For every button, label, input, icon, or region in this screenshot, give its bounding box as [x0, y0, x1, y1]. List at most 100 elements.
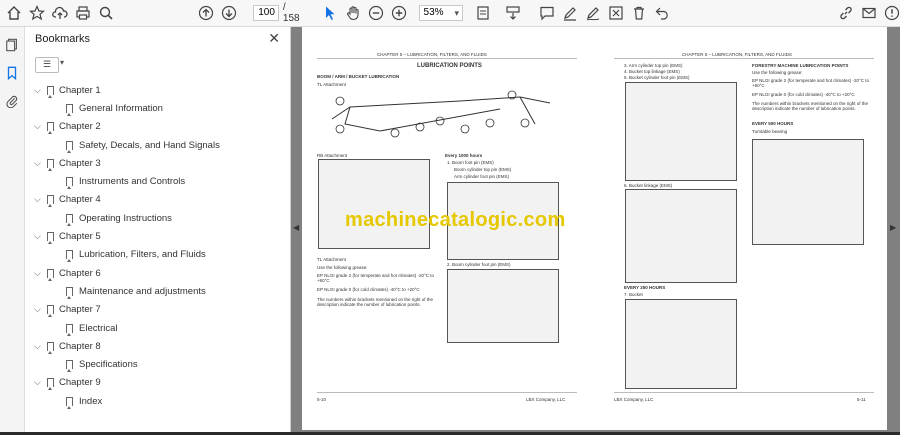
- help-icon[interactable]: [884, 4, 900, 22]
- bookmark-maintenance[interactable]: Maintenance and adjustments: [25, 282, 290, 300]
- bucket-figure: [625, 299, 737, 389]
- chevron-down-icon[interactable]: ⌵: [34, 268, 41, 279]
- bookmark-safety[interactable]: Safety, Decals, and Hand Signals: [25, 136, 290, 154]
- bookmark-chapter-8[interactable]: ⌵ Chapter 8: [25, 337, 290, 355]
- bookmark-icon: [66, 213, 73, 226]
- bookmark-icon: [47, 158, 54, 171]
- header-rule-left: [317, 58, 577, 59]
- bookmark-operating[interactable]: Operating Instructions: [25, 209, 290, 227]
- zoom-in-icon[interactable]: [391, 4, 407, 22]
- close-icon[interactable]: ✕: [268, 30, 280, 47]
- bookmark-chapter-2[interactable]: ⌵ Chapter 2: [25, 118, 290, 136]
- tl-attachment-label: TL Attachment: [317, 82, 346, 87]
- bookmark-chapter-7[interactable]: ⌵ Chapter 7: [25, 301, 290, 319]
- forestry-title: FORESTRY MACHINE LUBRICATION POINTS: [752, 63, 849, 68]
- bookmarks-panel-icon[interactable]: [0, 61, 24, 85]
- page-fit-icon[interactable]: [475, 4, 491, 22]
- undo-icon[interactable]: [654, 4, 670, 22]
- bookmark-lubrication[interactable]: Lubrication, Filters, and Fluids: [25, 246, 290, 264]
- chevron-down-icon[interactable]: ⌵: [34, 85, 41, 96]
- bookmark-icon: [47, 305, 54, 318]
- bookmark-icon: [66, 396, 73, 409]
- select-cursor-icon[interactable]: [322, 4, 338, 22]
- rb-attachment-figure: [318, 159, 430, 249]
- bookmark-icon: [47, 122, 54, 135]
- previous-page-icon[interactable]: [198, 4, 214, 22]
- bookmark-options-icon[interactable]: ☰: [35, 57, 59, 73]
- rb-attachment-label: RB Attachment: [317, 153, 348, 158]
- grease-intro-right: Use the following grease:: [752, 70, 803, 75]
- zoom-out-icon[interactable]: [368, 4, 384, 22]
- watermark-text: machinecatalogic.com: [345, 209, 566, 231]
- bookmark-chapter-3[interactable]: ⌵ Chapter 3: [25, 154, 290, 172]
- chevron-down-icon[interactable]: ⌵: [34, 158, 41, 169]
- chevron-down-icon[interactable]: ⌵: [34, 194, 41, 205]
- chevron-down-icon[interactable]: ▾: [60, 58, 64, 67]
- chevron-down-icon[interactable]: ⌵: [34, 231, 41, 242]
- attachments-icon[interactable]: [0, 89, 24, 113]
- bookmark-icon: [66, 103, 73, 116]
- brackets-note: The numbers within brackets mentioned on…: [317, 297, 434, 307]
- bookmark-chapter-1[interactable]: ⌵ Chapter 1: [25, 81, 290, 99]
- bookmark-icon: [66, 140, 73, 153]
- bucket-linkage-figure: [625, 189, 737, 283]
- share-link-icon[interactable]: [838, 4, 854, 22]
- search-icon[interactable]: [98, 4, 114, 22]
- chevron-down-icon[interactable]: ⌵: [34, 341, 41, 352]
- boom-cylinder-foot-pin: 2. Boom cylinder foot pin (EMS): [447, 262, 511, 267]
- bookmark-chapter-4[interactable]: ⌵ Chapter 4: [25, 191, 290, 209]
- page-header-left: CHAPTER 5 – LUBRICATION, FILTERS, AND FL…: [377, 52, 487, 57]
- arm-cylinder-figure: [625, 82, 737, 181]
- keyboard-scroll-icon[interactable]: [505, 4, 521, 22]
- draw-freehand-icon[interactable]: [585, 4, 601, 22]
- every-500-hours: EVERY 500 HOURS: [752, 121, 794, 126]
- expand-right-arrow-icon[interactable]: ▶: [890, 223, 896, 232]
- bookmark-icon: [47, 268, 54, 281]
- bucket-top-linkage: 4. Bucket top linkage (EMS): [624, 69, 680, 74]
- upload-cloud-icon[interactable]: [52, 4, 68, 22]
- grease-cold-right: EP NLGI grade 0 (for cold climates) -40°…: [752, 92, 855, 97]
- page-thumbnails-icon[interactable]: [0, 33, 24, 57]
- subsection-title: BOOM / ARM / BUCKET LUBRICATION: [317, 74, 400, 79]
- boom-diagram: [320, 89, 565, 151]
- page-number-left: 5-10: [317, 397, 327, 402]
- chevron-down-icon[interactable]: ⌵: [34, 377, 41, 388]
- page-header-right: CHAPTER 5 – LUBRICATION, FILTERS, AND FL…: [682, 52, 792, 57]
- chevron-down-icon[interactable]: ⌵: [34, 121, 41, 132]
- email-icon[interactable]: [861, 4, 877, 22]
- collapse-left-arrow-icon[interactable]: ◀: [293, 223, 299, 232]
- stamp-icon[interactable]: [608, 4, 624, 22]
- comment-icon[interactable]: [539, 4, 555, 22]
- bookmark-icon: [47, 341, 54, 354]
- bookmark-chapter-5[interactable]: ⌵ Chapter 5: [25, 227, 290, 245]
- print-icon[interactable]: [75, 4, 91, 22]
- left-tool-rail: [0, 27, 25, 435]
- bookmark-star-icon[interactable]: [29, 4, 45, 22]
- bookmarks-panel: Bookmarks ✕ ☰ ▾ ⌵ Chapter 1 General Infor…: [25, 27, 291, 435]
- bookmark-general-information[interactable]: General Information: [25, 99, 290, 117]
- chevron-down-icon[interactable]: ⌵: [34, 304, 41, 315]
- delete-icon[interactable]: [631, 4, 647, 22]
- zoom-select[interactable]: 53%: [418, 5, 463, 21]
- bucket-item: 7. Bucket: [624, 292, 643, 297]
- main-toolbar: 100 / 158 53%: [0, 0, 900, 27]
- highlight-pen-icon[interactable]: [562, 4, 578, 22]
- every-250-hours: EVERY 250 HOURS: [624, 285, 666, 290]
- bookmark-chapter-6[interactable]: ⌵ Chapter 6: [25, 264, 290, 282]
- bookmark-index[interactable]: Index: [25, 392, 290, 410]
- bookmark-icon: [66, 360, 73, 373]
- bookmark-specifications[interactable]: Specifications: [25, 355, 290, 373]
- header-rule-right: [614, 58, 874, 59]
- bookmark-instruments[interactable]: Instruments and Controls: [25, 172, 290, 190]
- next-page-icon[interactable]: [221, 4, 237, 22]
- home-icon[interactable]: [6, 4, 22, 22]
- pdf-page-spread: CHAPTER 5 – LUBRICATION, FILTERS, AND FL…: [302, 27, 887, 430]
- bookmark-icon: [47, 195, 54, 208]
- hand-tool-icon[interactable]: [345, 4, 361, 22]
- bookmark-electrical[interactable]: Electrical: [25, 319, 290, 337]
- bookmark-chapter-9[interactable]: ⌵ Chapter 9: [25, 374, 290, 392]
- page-number-input[interactable]: 100: [253, 5, 279, 21]
- boom-foot-pin: 1. Boom foot pin (EMS): [447, 160, 494, 165]
- document-viewer[interactable]: ◀ ▶ CHAPTER 5 – LUBRICATION, FILTERS, AN…: [291, 27, 900, 435]
- bookmark-icon: [66, 286, 73, 299]
